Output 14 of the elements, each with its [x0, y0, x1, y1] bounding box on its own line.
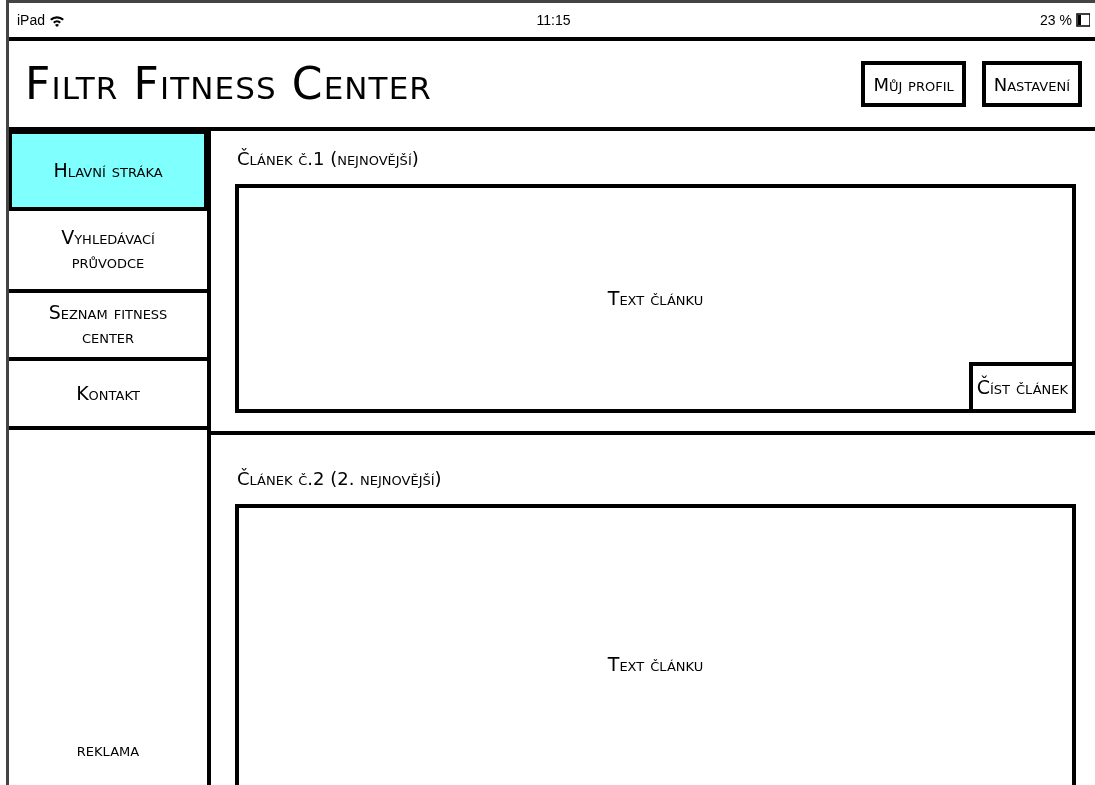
article-heading: Článek č.2 (2. nejnovější): [236, 467, 443, 491]
battery-icon: [1076, 13, 1090, 27]
nav-item[interactable]: Hlavní stráka: [9, 131, 207, 211]
header-button[interactable]: Nastavení: [981, 61, 1082, 107]
article-text: Text článku: [607, 651, 704, 677]
ad-label: reklama: [76, 738, 140, 762]
wifi-icon: [49, 13, 66, 27]
clock-time: 11:15: [536, 10, 571, 30]
article-text: Text článku: [607, 286, 704, 312]
device-name: iPad: [17, 10, 46, 30]
battery-percent: 23 %: [1040, 10, 1072, 30]
article-heading: Článek č.1 (nejnovější): [236, 147, 420, 171]
app-title: Filtr Fitness Center: [25, 57, 432, 111]
header-button[interactable]: Můj profil: [861, 61, 966, 107]
